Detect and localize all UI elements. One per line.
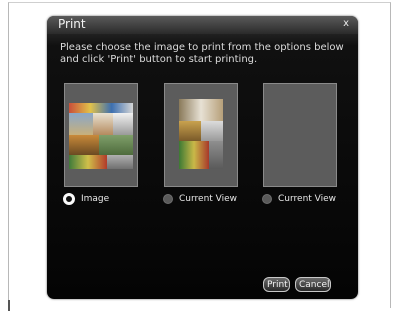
collage-picture [69,103,133,169]
thumbnail-image[interactable] [64,83,138,187]
option-image[interactable]: Image [63,192,109,206]
thumbnail-current-view-empty[interactable] [263,83,337,187]
dialog-title: Print [58,17,86,31]
current-view-picture [179,99,223,169]
radio-icon[interactable] [262,194,272,204]
option-current-view[interactable]: Current View [262,192,336,206]
option-current-view[interactable]: Current View [163,192,237,206]
instructions-line: Please choose the image to print from th… [60,42,344,53]
radio-icon[interactable] [163,194,173,204]
print-dialog: Print x Please choose the image to print… [47,16,358,299]
option-label: Current View [278,194,337,204]
dialog-title-bar: Print x [47,16,358,34]
print-button[interactable]: Print [263,277,290,292]
background-window-edge [8,300,10,311]
close-icon[interactable]: x [343,18,349,29]
instructions-text: Please choose the image to print from th… [60,42,350,66]
option-label: Image [81,194,110,204]
thumbnail-current-view[interactable] [164,83,238,187]
cancel-button[interactable]: Cancel [295,277,331,292]
radio-selected-icon[interactable] [63,193,75,205]
option-label: Current View [179,194,238,204]
instructions-line: and click 'Print' button to start printi… [60,54,258,65]
